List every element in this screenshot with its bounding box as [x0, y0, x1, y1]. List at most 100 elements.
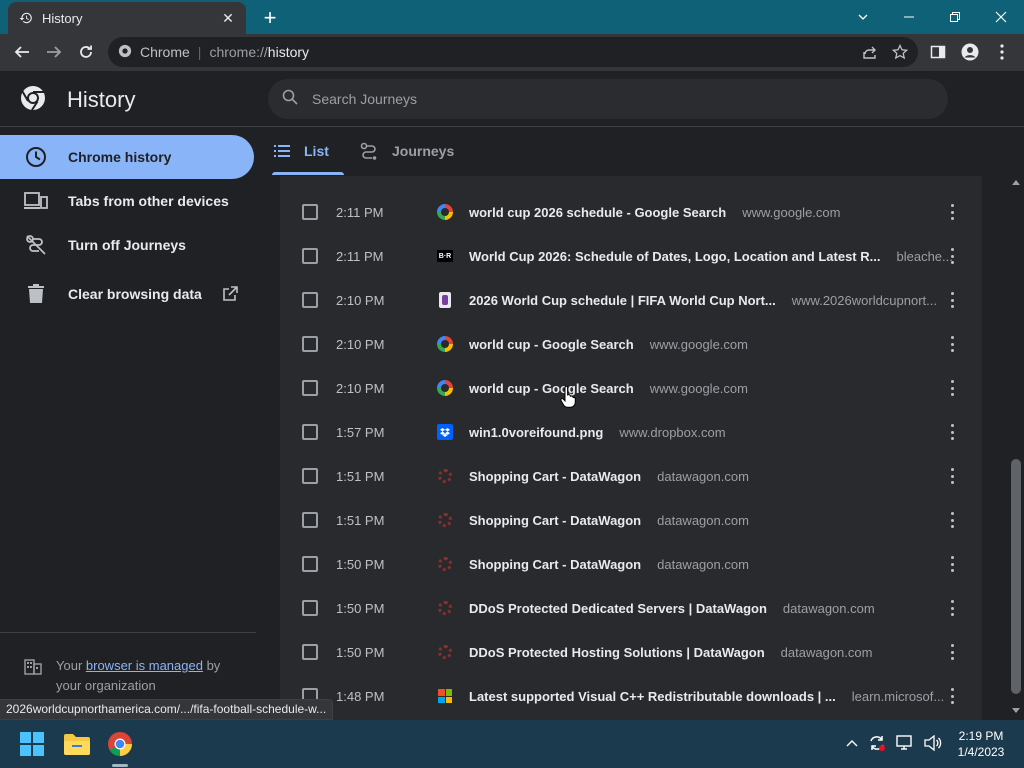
row-more-icon[interactable]: [950, 292, 954, 308]
row-checkbox[interactable]: [302, 292, 318, 308]
row-title: DDoS Protected Dedicated Servers | DataW…: [469, 600, 767, 616]
close-window-icon[interactable]: [978, 0, 1024, 34]
row-more-icon[interactable]: [950, 204, 954, 220]
network-icon[interactable]: [896, 735, 914, 756]
row-checkbox[interactable]: [302, 248, 318, 264]
new-tab-button[interactable]: +: [258, 6, 282, 30]
profile-avatar-icon[interactable]: [956, 38, 984, 66]
tab-list[interactable]: List: [274, 128, 329, 174]
scroll-up-arrow-icon[interactable]: [1012, 180, 1020, 185]
row-title-link[interactable]: world cup 2026 schedule - Google Search w…: [469, 205, 840, 220]
row-time: 1:50 PM: [336, 644, 385, 660]
history-header: History: [0, 71, 1024, 127]
search-input[interactable]: [312, 91, 892, 107]
tab-journeys[interactable]: Journeys: [360, 128, 454, 174]
journeys-icon: [360, 142, 378, 160]
address-bar[interactable]: Chrome | chrome:// history: [108, 37, 918, 67]
chevron-up-icon[interactable]: [846, 737, 858, 755]
row-checkbox[interactable]: [302, 468, 318, 484]
search-box[interactable]: [268, 79, 948, 119]
row-title: world cup 2026 schedule - Google Search: [469, 204, 727, 220]
history-row[interactable]: 1:51 PM Shopping Cart - DataWagon datawago…: [280, 454, 982, 498]
scrollbar[interactable]: [1008, 176, 1024, 720]
history-row[interactable]: 2:10 PM world cup - Google Search www.goog…: [280, 366, 982, 410]
history-row[interactable]: 1:50 PM DDoS Protected Hosting Solutions …: [280, 630, 982, 674]
menu-kebab-icon[interactable]: [988, 38, 1016, 66]
history-row[interactable]: 1:50 PM Shopping Cart - DataWagon datawago…: [280, 542, 982, 586]
chrome-taskbar-icon[interactable]: [104, 728, 136, 760]
history-row[interactable]: 1:50 PM DDoS Protected Dedicated Servers …: [280, 586, 982, 630]
row-title-link[interactable]: world cup - Google Search www.google.com: [469, 381, 748, 396]
row-more-icon[interactable]: [950, 512, 954, 528]
history-list: 2:11 PM world cup 2026 schedule - Google …: [280, 176, 982, 720]
sidebar-item-label: Turn off Journeys: [68, 237, 186, 253]
row-checkbox[interactable]: [302, 644, 318, 660]
row-title: Shopping Cart - DataWagon: [469, 512, 642, 528]
row-title-link[interactable]: Shopping Cart - DataWagon datawagon.com: [469, 469, 749, 484]
row-more-icon[interactable]: [950, 556, 954, 572]
row-more-icon[interactable]: [950, 248, 954, 264]
row-more-icon[interactable]: [950, 644, 954, 660]
row-checkbox[interactable]: [302, 512, 318, 528]
history-row[interactable]: 2:11 PM world cup 2026 schedule - Google …: [280, 190, 982, 234]
row-domain: www.google.com: [742, 204, 841, 220]
share-icon[interactable]: [862, 44, 878, 63]
restore-icon[interactable]: [932, 0, 978, 34]
row-title-link[interactable]: Shopping Cart - DataWagon datawagon.com: [469, 513, 749, 528]
row-more-icon[interactable]: [950, 600, 954, 616]
row-checkbox[interactable]: [302, 380, 318, 396]
volume-icon[interactable]: [924, 734, 942, 756]
sidebar-item-turn-off-journeys[interactable]: Turn off Journeys: [0, 223, 254, 267]
row-domain: datawagon.com: [780, 644, 873, 660]
journeys-off-icon: [24, 233, 48, 257]
row-title-link[interactable]: win1.0voreifound.png www.dropbox.com: [469, 425, 726, 440]
bookmark-star-icon[interactable]: [891, 43, 909, 63]
history-row[interactable]: 1:57 PM win1.0voreifound.png www.dropbox.c…: [280, 410, 982, 454]
file-explorer-icon[interactable]: [61, 728, 93, 760]
history-row[interactable]: 1:48 PM Latest supported Visual C++ Redis…: [280, 674, 982, 718]
minimize-icon[interactable]: [886, 0, 932, 34]
reload-icon[interactable]: [72, 38, 100, 66]
row-checkbox[interactable]: [302, 556, 318, 572]
row-checkbox[interactable]: [302, 336, 318, 352]
row-checkbox[interactable]: [302, 424, 318, 440]
row-checkbox[interactable]: [302, 600, 318, 616]
sidebar-item-label: Chrome history: [68, 149, 172, 165]
windows-start-icon[interactable]: [16, 728, 48, 760]
row-title-link[interactable]: Shopping Cart - DataWagon datawagon.com: [469, 557, 749, 572]
row-more-icon[interactable]: [950, 424, 954, 440]
tab-journeys-label: Journeys: [392, 143, 455, 159]
row-title-link[interactable]: 2026 World Cup schedule | FIFA World Cup…: [469, 293, 937, 308]
row-time: 1:51 PM: [336, 468, 385, 484]
history-row[interactable]: 2:11 PM B·R World Cup 2026: Schedule of Da…: [280, 234, 982, 278]
history-row[interactable]: 2:10 PM 2026 World Cup schedule | FIFA Wo…: [280, 278, 982, 322]
close-tab-icon[interactable]: ✕: [220, 10, 236, 26]
sync-icon[interactable]: [868, 734, 886, 757]
sidebar-item-clear-browsing-data[interactable]: Clear browsing data: [0, 272, 254, 316]
row-more-icon[interactable]: [950, 380, 954, 396]
taskbar-clock[interactable]: 2:19 PM 1/4/2023: [950, 728, 1012, 760]
row-more-icon[interactable]: [950, 468, 954, 484]
forward-icon[interactable]: [40, 38, 68, 66]
sidebar-item-tabs-other-devices[interactable]: Tabs from other devices: [0, 179, 254, 223]
row-title-link[interactable]: World Cup 2026: Schedule of Dates, Logo,…: [469, 249, 953, 264]
history-row[interactable]: 1:51 PM Shopping Cart - DataWagon datawago…: [280, 498, 982, 542]
row-title-link[interactable]: Latest supported Visual C++ Redistributa…: [469, 689, 944, 704]
sidebar-item-chrome-history[interactable]: Chrome history: [0, 135, 254, 179]
row-more-icon[interactable]: [950, 688, 954, 704]
browser-tab-history[interactable]: History ✕: [8, 2, 246, 34]
row-title-link[interactable]: DDoS Protected Hosting Solutions | DataW…: [469, 645, 872, 660]
scrollbar-thumb[interactable]: [1011, 459, 1021, 694]
row-checkbox[interactable]: [302, 204, 318, 220]
history-row[interactable]: 2:10 PM world cup - Google Search www.goog…: [280, 322, 982, 366]
tab-search-icon[interactable]: [840, 0, 886, 34]
devices-icon: [24, 189, 48, 213]
row-title-link[interactable]: DDoS Protected Dedicated Servers | DataW…: [469, 601, 875, 616]
history-icon: [18, 10, 34, 26]
row-title-link[interactable]: world cup - Google Search www.google.com: [469, 337, 748, 352]
row-more-icon[interactable]: [950, 336, 954, 352]
side-panel-icon[interactable]: [924, 38, 952, 66]
scroll-down-arrow-icon[interactable]: [1012, 708, 1020, 713]
browser-managed-link[interactable]: browser is managed: [86, 658, 203, 673]
back-icon[interactable]: [8, 38, 36, 66]
